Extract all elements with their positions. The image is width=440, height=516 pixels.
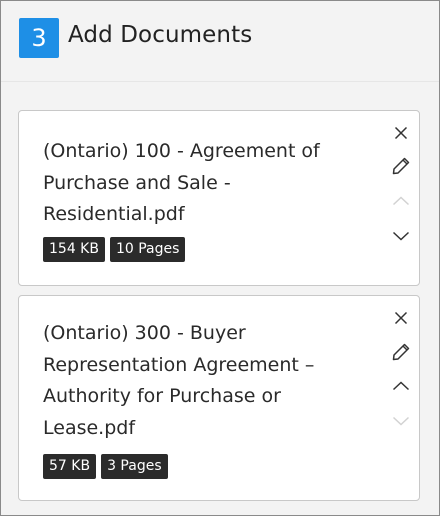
panel-header: 3 Add Documents	[1, 1, 439, 82]
move-down-button[interactable]	[389, 409, 413, 433]
document-card: (Ontario) 100 - Agreement of Purchase an…	[18, 110, 420, 286]
edit-document-button[interactable]	[389, 340, 413, 364]
document-card: (Ontario) 300 - Buyer Representation Agr…	[18, 295, 420, 501]
close-icon	[394, 311, 408, 325]
page-count-badge: 3 Pages	[101, 454, 168, 479]
file-size-badge: 154 KB	[43, 237, 105, 262]
step-number-badge: 3	[19, 18, 59, 58]
chevron-down-icon	[392, 416, 410, 426]
document-name: (Ontario) 100 - Agreement of Purchase an…	[43, 140, 320, 225]
chevron-up-icon	[392, 196, 410, 206]
pencil-icon	[392, 157, 410, 175]
edit-document-button[interactable]	[389, 154, 413, 178]
move-up-button[interactable]	[389, 374, 413, 398]
remove-document-button[interactable]	[389, 306, 413, 330]
close-icon	[394, 126, 408, 140]
document-meta: 154 KB 10 Pages	[43, 237, 186, 262]
page-count-badge: 10 Pages	[109, 237, 186, 262]
chevron-up-icon	[392, 381, 410, 391]
chevron-down-icon	[392, 231, 410, 241]
document-name: (Ontario) 300 - Buyer Representation Agr…	[43, 322, 315, 439]
remove-document-button[interactable]	[389, 121, 413, 145]
file-size-badge: 57 KB	[43, 454, 97, 479]
page-title: Add Documents	[68, 22, 253, 48]
move-down-button[interactable]	[389, 224, 413, 248]
document-meta: 57 KB 3 Pages	[43, 454, 168, 479]
pencil-icon	[392, 343, 410, 361]
move-up-button[interactable]	[389, 189, 413, 213]
add-documents-panel: 3 Add Documents (Ontario) 100 - Agreemen…	[0, 0, 440, 516]
